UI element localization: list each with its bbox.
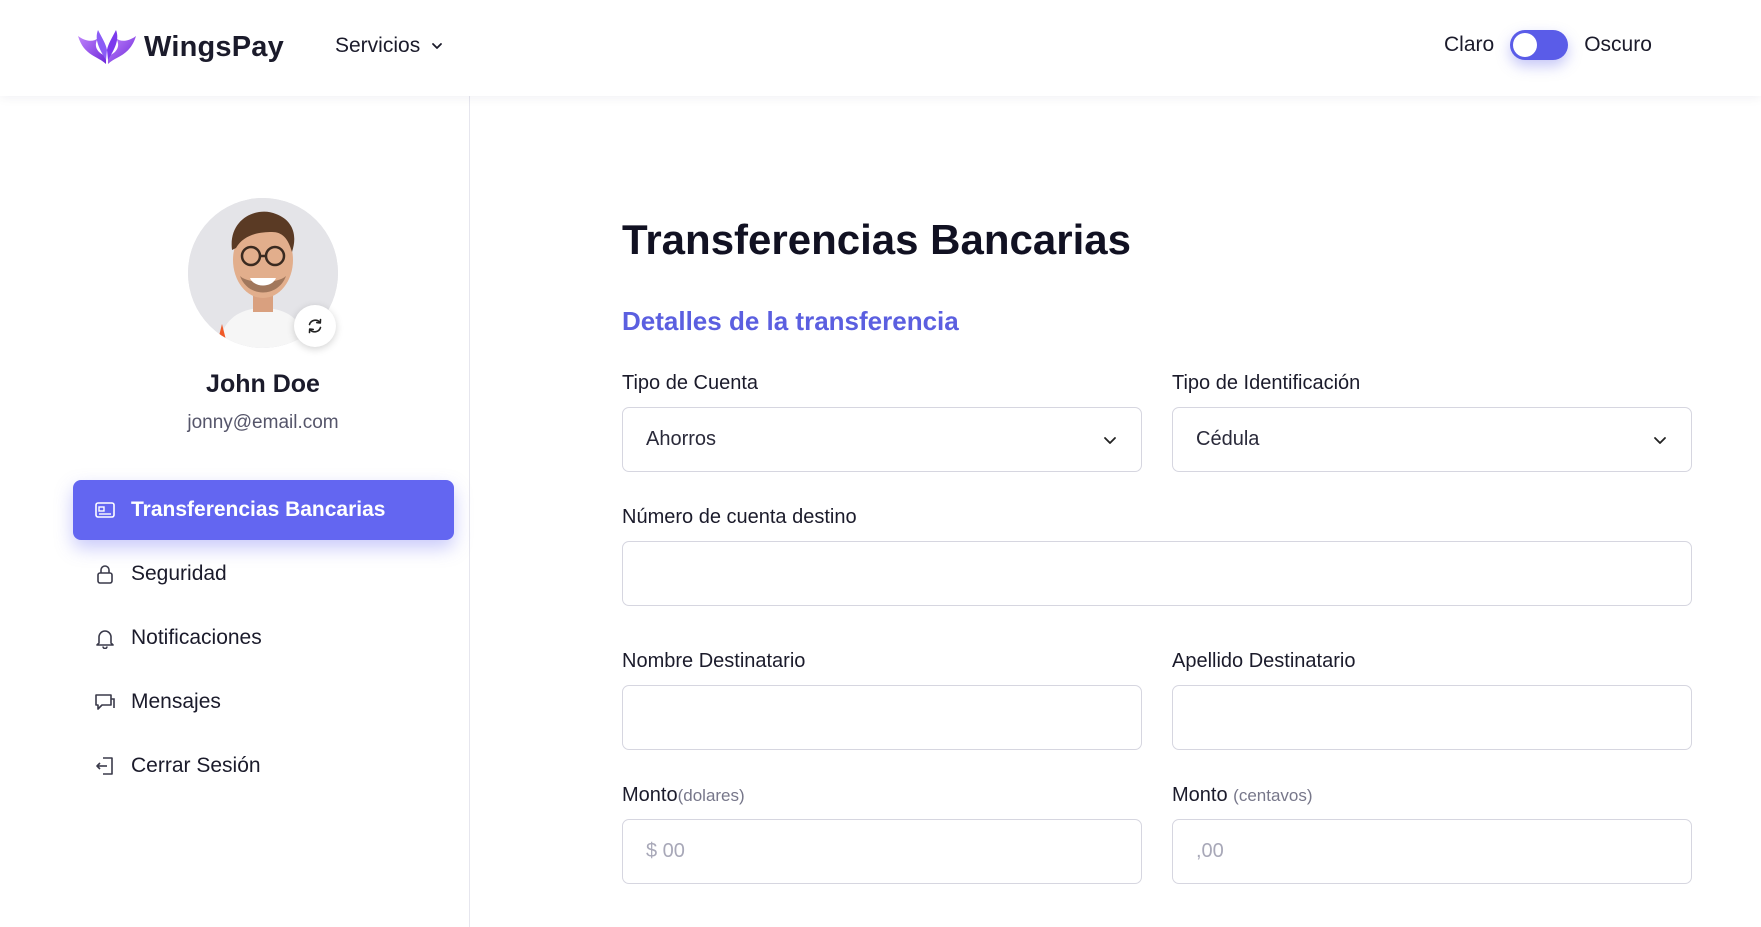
sidebar-item-seguridad[interactable]: Seguridad — [73, 544, 454, 604]
sidebar-item-cerrar-sesion[interactable]: Cerrar Sesión — [73, 736, 454, 796]
sidebar-item-transferencias[interactable]: Transferencias Bancarias — [73, 480, 454, 540]
amount-cents-box — [1172, 819, 1692, 884]
change-photo-button[interactable] — [294, 305, 336, 347]
account-number-input[interactable] — [646, 562, 1668, 585]
amount-dollars-box — [622, 819, 1142, 884]
last-name-input[interactable] — [1196, 706, 1668, 729]
theme-dark-label: Oscuro — [1584, 33, 1652, 56]
first-name-field: Nombre Destinatario — [622, 650, 1142, 750]
chevron-down-icon — [1104, 436, 1116, 444]
logout-icon — [93, 754, 117, 778]
account-type-select[interactable]: Ahorros — [622, 407, 1142, 472]
amount-cents-hint: (centavos) — [1233, 786, 1313, 805]
theme-switch-knob — [1513, 33, 1538, 57]
user-email: jonny@email.com — [187, 412, 339, 433]
last-name-label: Apellido Destinatario — [1172, 650, 1356, 672]
amount-cents-label-text: Monto — [1172, 784, 1228, 806]
user-name: John Doe — [206, 370, 320, 398]
account-type-label: Tipo de Cuenta — [622, 372, 759, 394]
theme-toggle: Claro Oscuro — [1444, 30, 1652, 60]
sidebar-item-notificaciones[interactable]: Notificaciones — [73, 608, 454, 668]
first-name-input[interactable] — [646, 706, 1118, 729]
services-menu[interactable]: Servicios — [335, 34, 444, 58]
sidebar-menu: Transferencias Bancarias Seguridad Notif… — [73, 480, 454, 800]
amount-dollars-label-text: Monto — [622, 784, 678, 806]
amount-cents-field: Monto (centavos) — [1172, 784, 1692, 884]
sidebar-item-label: Transferencias Bancarias — [131, 498, 386, 521]
first-name-label: Nombre Destinatario — [622, 650, 806, 672]
bell-icon — [93, 626, 117, 650]
last-name-field: Apellido Destinatario — [1172, 650, 1692, 750]
amount-dollars-field: Monto(dolares) — [622, 784, 1142, 884]
amount-dollars-label: Monto(dolares) — [622, 784, 1142, 810]
id-type-label: Tipo de Identificación — [1172, 372, 1361, 394]
amount-dollars-hint: (dolares) — [677, 786, 745, 805]
section-title: Detalles de la transferencia — [622, 306, 959, 336]
account-type-value: Ahorros — [646, 428, 717, 450]
theme-light-label: Claro — [1444, 33, 1495, 56]
amount-cents-label: Monto (centavos) — [1172, 784, 1692, 810]
sidebar-item-label: Cerrar Sesión — [131, 754, 261, 777]
first-name-box — [622, 685, 1142, 750]
theme-switch[interactable] — [1510, 30, 1569, 60]
brand-name: WingsPay — [144, 30, 284, 63]
top-header: WingsPay Servicios Claro Oscuro — [0, 0, 1761, 96]
lock-icon — [93, 562, 117, 586]
id-type-field: Tipo de Identificación Cédula — [1172, 372, 1692, 472]
avatar-container — [188, 198, 338, 348]
sidebar-item-label: Seguridad — [131, 562, 227, 585]
amount-dollars-input[interactable] — [646, 840, 1118, 863]
account-type-field: Tipo de Cuenta Ahorros — [622, 372, 1142, 472]
card-icon — [93, 498, 117, 522]
sidebar: John Doe jonny@email.com Transferencias … — [0, 96, 470, 927]
last-name-box — [1172, 685, 1692, 750]
services-label: Servicios — [335, 34, 421, 57]
sidebar-item-mensajes[interactable]: Mensajes — [73, 672, 454, 732]
brand-logo[interactable]: WingsPay — [76, 26, 284, 68]
account-number-field: Número de cuenta destino — [622, 506, 1692, 606]
page-title: Transferencias Bancarias — [622, 216, 1131, 263]
amount-cents-input[interactable] — [1196, 840, 1668, 863]
account-number-label: Número de cuenta destino — [622, 506, 857, 528]
sidebar-item-label: Mensajes — [131, 690, 221, 713]
sidebar-item-label: Notificaciones — [131, 626, 262, 649]
refresh-icon — [308, 318, 322, 334]
wings-logo-icon — [78, 30, 136, 64]
chevron-down-icon — [432, 43, 443, 49]
id-type-select[interactable]: Cédula — [1172, 407, 1692, 472]
id-type-value: Cédula — [1196, 428, 1260, 450]
account-number-box — [622, 541, 1692, 606]
chevron-down-icon — [1654, 436, 1666, 444]
chat-icon — [93, 690, 117, 714]
